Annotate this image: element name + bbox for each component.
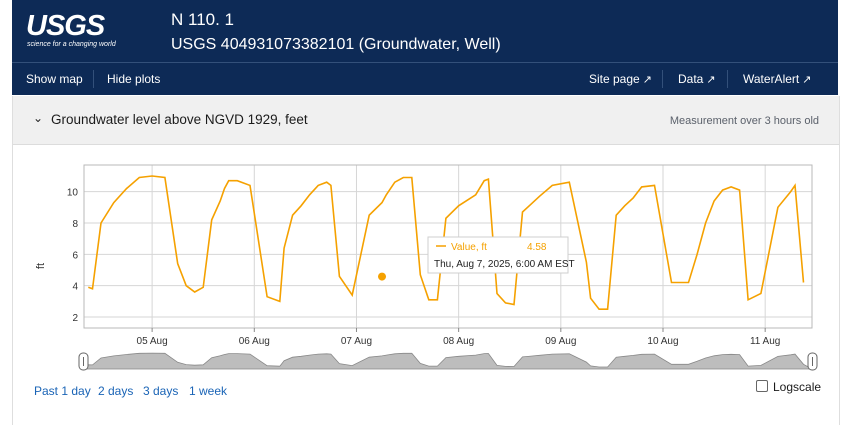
brush-navigator[interactable] [78,352,818,371]
series-cursor-point [378,272,387,281]
logscale-label: Logscale [773,380,822,394]
tooltip-datetime: Thu, Aug 7, 2025, 6:00 AM EST [434,259,575,270]
logscale-checkbox[interactable] [756,380,768,392]
y-tick-label: 6 [72,250,78,261]
x-tick-label: 10 Aug [647,336,678,347]
y-tick-label: 10 [67,188,79,199]
x-tick-label: 05 Aug [137,336,168,347]
hydrograph-chart[interactable]: 2 4 6 8 10 05 Aug 06 Aug 07 Aug 08 Aug 09 Aug 10 … [0,0,850,425]
brush-overview-area [83,352,813,370]
tooltip: Value, ft 4.58 Thu, Aug 7, 2025, 6:00 AM… [427,236,575,274]
x-tick-label: 06 Aug [239,336,270,347]
x-tick-label: 09 Aug [545,336,576,347]
logscale-toggle[interactable]: Logscale [756,380,821,394]
y-axis-label: ft [35,263,47,269]
y-tick-label: 2 [72,313,78,324]
x-tick-label: 11 Aug [750,336,780,347]
range-link-1-week[interactable]: 1 week [189,384,227,398]
x-axis-ticks: 05 Aug 06 Aug 07 Aug 08 Aug 09 Aug 10 Aug 11 A… [137,328,780,347]
y-axis-ticks: 2 4 6 8 10 [67,188,79,324]
x-tick-label: 07 Aug [341,336,372,347]
x-tick-label: 08 Aug [443,336,474,347]
range-link-2-days[interactable]: 2 days [98,384,133,398]
range-link-3-days[interactable]: 3 days [143,384,178,398]
tooltip-series-name: Value, ft [451,242,487,253]
range-link-past-1-day[interactable]: Past 1 day [34,384,91,398]
tooltip-value: 4.58 [527,242,547,253]
y-tick-label: 8 [72,219,78,230]
y-tick-label: 4 [72,282,78,293]
